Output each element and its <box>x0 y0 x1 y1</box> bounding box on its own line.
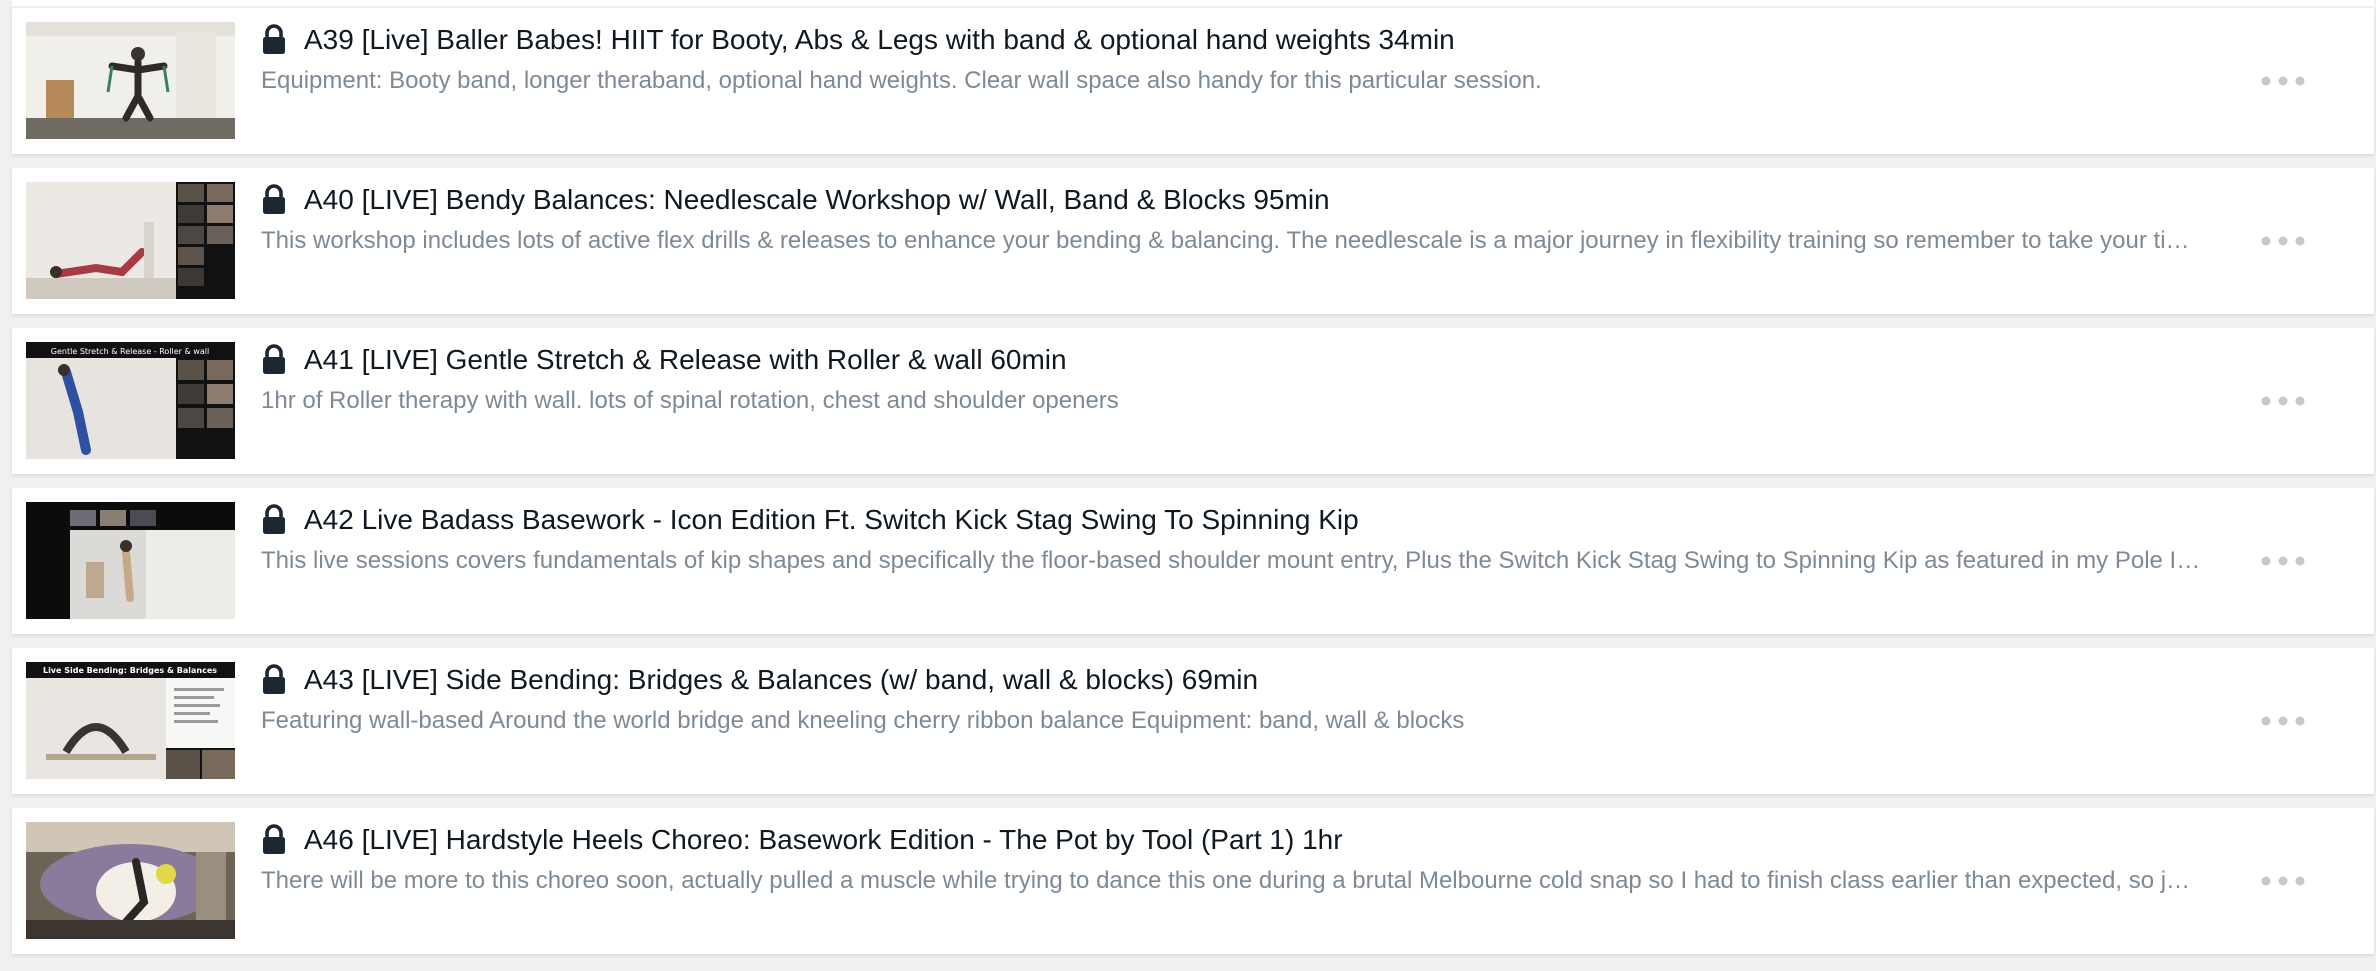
session-title[interactable]: A42 Live Badass Basework - Icon Edition … <box>304 502 1359 538</box>
thumbnail-image <box>26 822 235 939</box>
session-list: A39 [Live] Baller Babes! HIIT for Booty,… <box>0 0 2376 971</box>
more-options-button[interactable] <box>2258 548 2308 574</box>
more-options-icon <box>2261 716 2305 726</box>
more-options-icon <box>2261 396 2305 406</box>
session-row-a41[interactable]: Gentle Stretch & Release - Roller & wall… <box>12 328 2374 474</box>
session-description: Equipment: Booty band, longer theraband,… <box>261 67 1542 94</box>
session-description: This workshop includes lots of active fl… <box>261 227 2190 254</box>
session-thumbnail[interactable] <box>26 22 235 139</box>
more-options-button[interactable] <box>2258 228 2308 254</box>
more-options-button[interactable] <box>2258 868 2308 894</box>
thumbnail-caption: Live Side Bending: Bridges & Balances <box>43 666 217 675</box>
session-thumbnail[interactable] <box>26 822 235 939</box>
session-row-a39[interactable]: A39 [Live] Baller Babes! HIIT for Booty,… <box>12 8 2374 154</box>
session-thumbnail[interactable] <box>26 182 235 299</box>
thumbnail-caption: Gentle Stretch & Release - Roller & wall <box>51 347 209 356</box>
thumbnail-image <box>26 22 235 139</box>
previous-card-edge <box>12 0 2374 6</box>
session-row-a40[interactable]: A40 [LIVE] Bendy Balances: Needlescale W… <box>12 168 2374 314</box>
more-options-icon <box>2261 236 2305 246</box>
lock-icon <box>262 184 286 214</box>
more-options-icon <box>2261 876 2305 886</box>
session-title[interactable]: A40 [LIVE] Bendy Balances: Needlescale W… <box>304 182 1330 218</box>
lock-icon <box>262 664 286 694</box>
lock-icon <box>262 344 286 374</box>
thumbnail-image <box>26 502 235 619</box>
session-title[interactable]: A46 [LIVE] Hardstyle Heels Choreo: Basew… <box>304 822 1343 858</box>
thumbnail-image <box>26 182 235 299</box>
thumbnail-image: Gentle Stretch & Release - Roller & wall <box>26 342 235 459</box>
session-description: 1hr of Roller therapy with wall. lots of… <box>261 387 1119 414</box>
session-title[interactable]: A41 [LIVE] Gentle Stretch & Release with… <box>304 342 1067 378</box>
session-description: There will be more to this choreo soon, … <box>261 867 2191 894</box>
lock-icon <box>262 24 286 54</box>
thumbnail-image: Live Side Bending: Bridges & Balances <box>26 662 235 779</box>
more-options-icon <box>2261 556 2305 566</box>
more-options-button[interactable] <box>2258 68 2308 94</box>
session-row-a46[interactable]: A46 [LIVE] Hardstyle Heels Choreo: Basew… <box>12 808 2374 954</box>
session-row-a42[interactable]: A42 Live Badass Basework - Icon Edition … <box>12 488 2374 634</box>
lock-icon <box>262 504 286 534</box>
session-description: This live sessions covers fundamentals o… <box>261 547 2201 574</box>
session-thumbnail[interactable]: Gentle Stretch & Release - Roller & wall <box>26 342 235 459</box>
session-description: Featuring wall-based Around the world br… <box>261 707 1465 734</box>
more-options-button[interactable] <box>2258 388 2308 414</box>
session-row-a43[interactable]: Live Side Bending: Bridges & Balances A4… <box>12 648 2374 794</box>
session-title[interactable]: A43 [LIVE] Side Bending: Bridges & Balan… <box>304 662 1258 698</box>
session-thumbnail[interactable]: Live Side Bending: Bridges & Balances <box>26 662 235 779</box>
more-options-icon <box>2261 76 2305 86</box>
session-title[interactable]: A39 [Live] Baller Babes! HIIT for Booty,… <box>304 22 1455 58</box>
session-thumbnail[interactable] <box>26 502 235 619</box>
more-options-button[interactable] <box>2258 708 2308 734</box>
lock-icon <box>262 824 286 854</box>
